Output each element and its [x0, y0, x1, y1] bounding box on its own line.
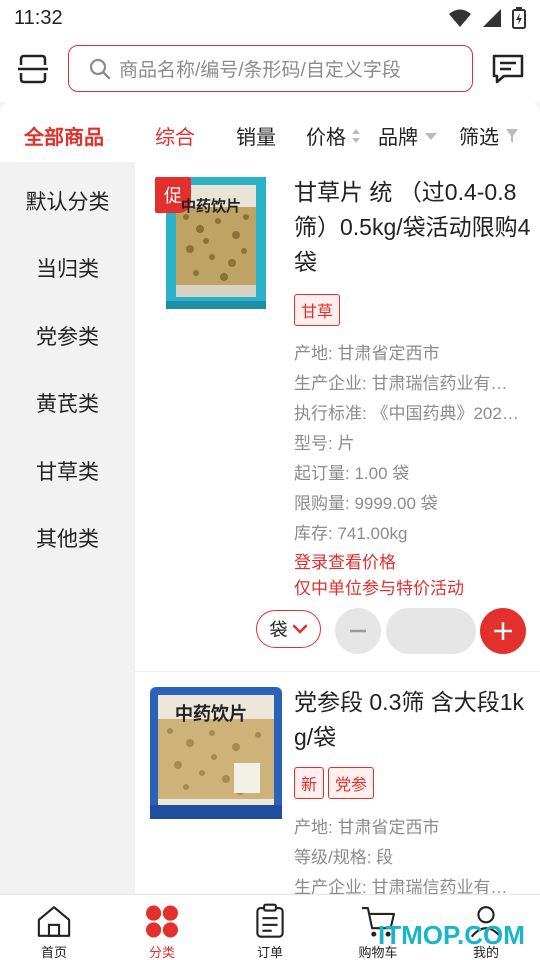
product-tag: 甘草 [294, 294, 341, 326]
orders-icon [256, 903, 284, 938]
sidebar-item-label: 甘草类 [36, 461, 99, 484]
home-icon [37, 906, 71, 937]
sort-sales[interactable]: 销量 [236, 121, 276, 150]
category-sort-bar: 全部商品 综合 销量 价格 品牌 筛选 [0, 102, 540, 162]
triangle-down-icon [425, 132, 437, 140]
status-bar: 11:32 [0, 0, 540, 36]
category-icon [146, 905, 178, 938]
increase-quantity-button[interactable] [480, 608, 526, 654]
message-button[interactable] [491, 52, 525, 86]
sort-price[interactable]: 价格 [306, 121, 362, 150]
decrease-quantity-button[interactable] [335, 608, 381, 654]
sidebar-item-label: 党参类 [36, 326, 99, 349]
unit-select[interactable]: 袋 [256, 610, 321, 648]
chevron-down-icon [292, 624, 307, 634]
promo-badge-text: 促 [164, 186, 182, 206]
sort-price-label: 价格 [306, 127, 346, 149]
sidebar-item-dangshen[interactable]: 党参类 [0, 304, 135, 368]
message-icon [492, 54, 524, 84]
sidebar-item-default[interactable]: 默认分类 [0, 169, 135, 233]
product-stock: 库存: 741.00kg [294, 524, 408, 543]
product-tags: 新党参 [294, 767, 378, 799]
filter-label: 筛选 [459, 127, 499, 149]
product-tag: 党参 [328, 767, 375, 799]
status-time: 11:32 [14, 6, 63, 29]
status-icons [448, 7, 526, 29]
sidebar-item-label: 默认分类 [25, 191, 110, 214]
special-price-note: 仅中单位参与特价活动 [294, 579, 464, 598]
product-manufacturer: 生产企业: 甘肃瑞信药业有限公司 [294, 374, 524, 393]
package-label: 中药饮片 [175, 704, 247, 724]
filter-brand[interactable]: 品牌 [378, 121, 438, 150]
nav-label: 订单 [256, 945, 283, 960]
product-manufacturer: 生产企业: 甘肃瑞信药业有限公司 [294, 878, 524, 894]
quantity-input[interactable] [386, 608, 476, 654]
unit-select-value: 袋 [269, 620, 288, 640]
sort-updown-icon [352, 128, 360, 143]
sidebar-item-label: 当归类 [36, 258, 99, 281]
sidebar-item-huangqi[interactable]: 黄芪类 [0, 371, 135, 435]
sort-comprehensive-label: 综合 [155, 127, 195, 149]
wifi-icon [449, 9, 471, 27]
package-label: 中药饮片 [181, 198, 242, 215]
nav-label: 分类 [148, 945, 175, 960]
nav-home[interactable]: 首页 [0, 895, 108, 960]
watermark: ITMOP.COM [378, 920, 525, 950]
battery-icon [512, 7, 526, 29]
sidebar-item-danggui[interactable]: 当归类 [0, 236, 135, 300]
nav-orders[interactable]: 订单 [216, 895, 324, 960]
sidebar-item-label: 黄芪类 [36, 393, 99, 416]
top-bar: 商品名称/编号/条形码/自定义字段 [0, 36, 540, 102]
sidebar-item-other[interactable]: 其他类 [0, 506, 135, 570]
search-input[interactable]: 商品名称/编号/条形码/自定义字段 [68, 45, 473, 92]
filter-button[interactable]: 筛选 [459, 121, 519, 150]
sort-sales-label: 销量 [236, 127, 276, 149]
product-title[interactable]: 党参段 0.3筛 含大段1kg/袋 [294, 685, 532, 755]
signal-icon [483, 9, 501, 27]
product-origin: 产地: 甘肃省定西市 [294, 818, 440, 837]
plus-icon [494, 622, 512, 640]
nav-label: 首页 [40, 945, 67, 960]
minus-icon [350, 629, 366, 633]
tab-all-products[interactable]: 全部商品 [24, 121, 104, 150]
scan-button[interactable] [16, 52, 50, 86]
filter-brand-label: 品牌 [378, 127, 418, 149]
category-sidebar: 默认分类 当归类 党参类 黄芪类 甘草类 其他类 [0, 162, 135, 894]
nav-category[interactable]: 分类 [108, 895, 216, 960]
scan-icon [18, 54, 48, 84]
product-origin: 产地: 甘肃省定西市 [294, 344, 440, 363]
funnel-icon [506, 128, 518, 143]
product-grade: 等级/规格: 段 [294, 848, 394, 867]
sidebar-item-label: 其他类 [36, 528, 99, 551]
search-placeholder: 商品名称/编号/条形码/自定义字段 [119, 60, 401, 81]
product-list: 促 中药饮片 甘草片 统 （过0.4-0.8筛）0.5kg/袋活动限购4袋 甘草… [135, 162, 540, 894]
product-min-order: 起订量: 1.00 袋 [294, 464, 410, 483]
sort-comprehensive[interactable]: 综合 [155, 121, 195, 150]
search-icon [89, 58, 111, 79]
sidebar-item-gancao[interactable]: 甘草类 [0, 439, 135, 503]
product-tag-new: 新 [294, 767, 325, 799]
product-standard: 执行标准: 《中国药典》2020年版 [294, 404, 524, 423]
product-divider [135, 671, 540, 672]
product-purchase-limit: 限购量: 9999.00 袋 [294, 494, 438, 513]
product-tags: 甘草 [294, 294, 344, 326]
login-price-link[interactable]: 登录查看价格 [294, 548, 396, 573]
product-title[interactable]: 甘草片 统 （过0.4-0.8筛）0.5kg/袋活动限购4袋 [294, 175, 532, 280]
product-model: 型号: 片 [294, 434, 355, 453]
